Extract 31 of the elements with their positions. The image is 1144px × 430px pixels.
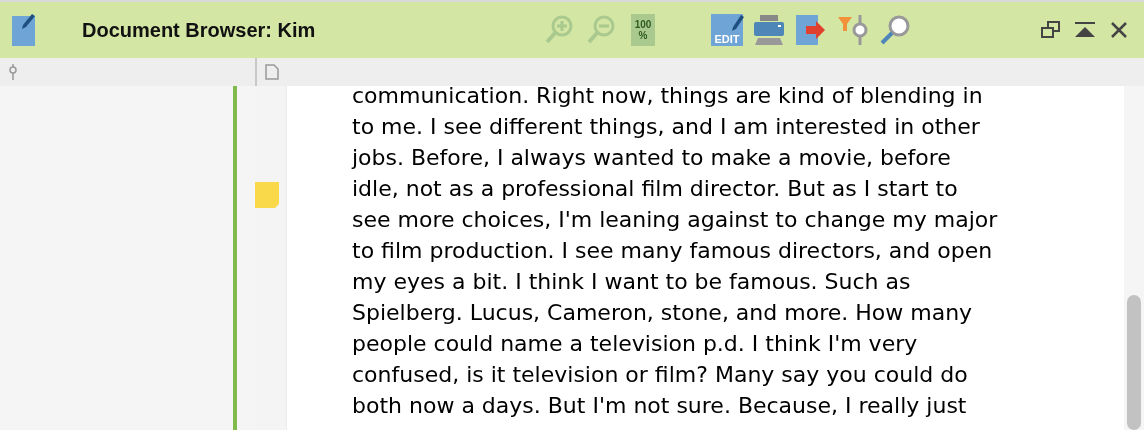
window-title: Document Browser: Kim <box>82 18 317 42</box>
zoom-out-icon <box>585 14 617 46</box>
edit-button[interactable]: EDIT <box>710 13 744 47</box>
document-text-line: to me. I see different things, and I am interested in other <box>352 113 981 141</box>
search-icon <box>879 14 911 46</box>
print-button[interactable] <box>752 13 786 47</box>
restore-window-icon <box>1041 21 1061 39</box>
document-text-line: both now a days. But I'm not sure. Because, I really just <box>352 392 968 420</box>
collapse-icon <box>1074 21 1096 39</box>
filter-icon <box>837 14 869 46</box>
document-text-line: Spielberg. Lucus, Cameron, stone, and more. How many <box>352 299 974 327</box>
document-text-line: see more choices, I'm leaning against to change my major <box>352 206 999 234</box>
document-text-line: to film production. I see many famous directors, and open <box>352 237 994 265</box>
export-arrow-icon <box>795 14 827 46</box>
document-text-line: communication. Right now, things are kind of blending in <box>352 86 984 110</box>
document-text-line: my eyes a bit. I think I want to be famous. Such as <box>352 268 912 296</box>
document-text-line: jobs. Before, I always wanted to make a movie, before <box>352 144 952 172</box>
document-edit-icon <box>12 14 36 46</box>
document-text-line: people could name a television p.d. I think I'm very <box>352 330 919 358</box>
document-text-line: confused, is it television or film? Many say you could do <box>352 361 969 389</box>
scrollbar-thumb[interactable] <box>1127 295 1141 430</box>
close-icon <box>1110 21 1128 39</box>
document-text-line: idle, not as a professional film director. But as I start to <box>352 175 959 203</box>
document-icon <box>265 64 279 80</box>
search-button[interactable] <box>878 13 912 47</box>
pen-icon <box>729 14 745 34</box>
export-button[interactable] <box>794 13 828 47</box>
printer-icon <box>752 14 786 46</box>
zoom-in-icon <box>543 14 575 46</box>
pin-icon <box>8 64 18 80</box>
filter-button[interactable] <box>836 13 870 47</box>
